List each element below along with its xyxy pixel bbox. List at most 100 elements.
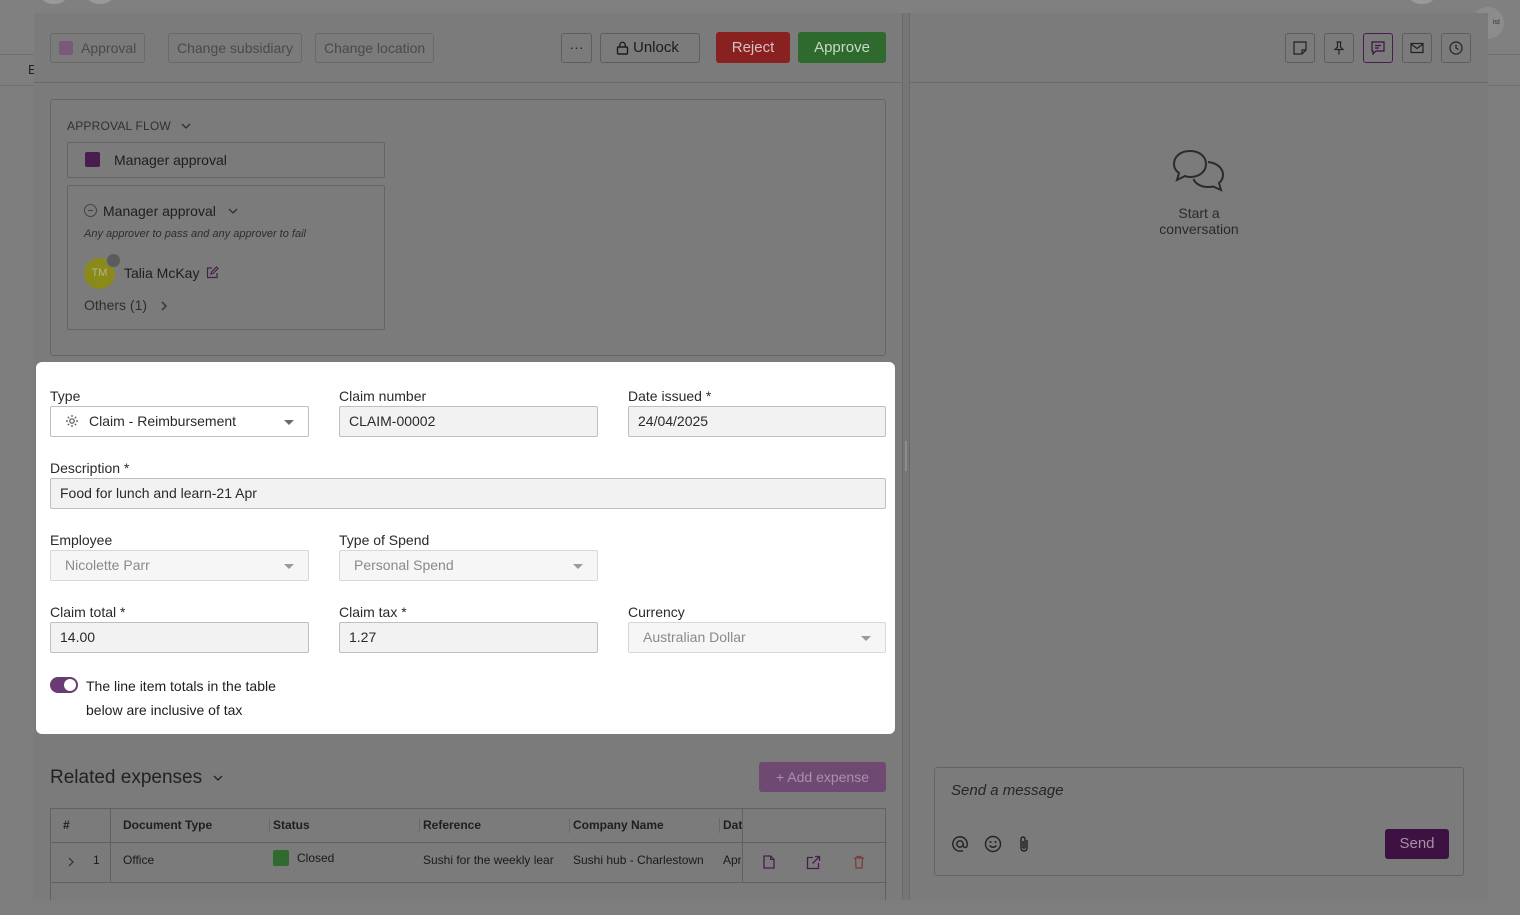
claim-tax-label: Claim tax * [339, 604, 407, 620]
corner-badge-text: ist [1493, 19, 1500, 26]
approval-step-header[interactable]: Manager approval [84, 203, 238, 219]
trash-icon[interactable] [853, 855, 865, 869]
reject-button[interactable]: Reject [716, 32, 790, 63]
dropdown-caret-icon [573, 564, 583, 569]
column-header-company-name[interactable]: Company Name [573, 809, 720, 842]
claim-tax-field[interactable]: 1.27 [339, 622, 598, 653]
pending-badge-icon [106, 253, 121, 268]
approval-step-title: Manager approval [103, 203, 216, 219]
tax-inclusive-line1: The line item totals in the table [86, 678, 276, 694]
unlock-label: Unlock [633, 39, 679, 56]
column-header-reference[interactable]: Reference [423, 809, 570, 842]
message-composer[interactable]: Send a message Send [934, 767, 1464, 876]
column-header-document-type[interactable]: Document Type [123, 809, 270, 842]
message-input[interactable]: Send a message [951, 782, 1064, 799]
history-tab[interactable] [1441, 33, 1471, 63]
column-header-status[interactable]: Status [273, 809, 420, 842]
empty-conversation-text: Start a conversation [1159, 205, 1239, 237]
dropdown-caret-icon [284, 564, 294, 569]
date-issued-field[interactable]: 24/04/2025 [628, 406, 886, 437]
edit-icon[interactable] [206, 266, 219, 279]
resize-grip [905, 441, 907, 471]
chevron-right-icon [161, 301, 167, 311]
type-of-spend-select: Personal Spend [339, 550, 598, 581]
approval-status-label: Approval [81, 40, 137, 56]
chevron-down-icon [228, 208, 238, 214]
document-icon[interactable] [763, 855, 775, 869]
claim-number-field[interactable]: CLAIM-00002 [339, 406, 598, 437]
row-reference: Sushi for the weekly lear [423, 853, 554, 867]
dropdown-caret-icon [861, 636, 871, 641]
column-divider [110, 809, 111, 883]
pin-icon [1333, 41, 1345, 55]
type-select[interactable]: Claim - Reimbursement [50, 406, 309, 437]
sticky-note-icon [1293, 41, 1307, 55]
expand-row-icon[interactable] [68, 857, 74, 867]
pending-status-icon [84, 204, 97, 217]
column-header-index: # [63, 818, 70, 832]
claim-total-field[interactable]: 14.00 [50, 622, 309, 653]
unlock-button[interactable]: Unlock [600, 33, 700, 63]
type-of-spend-label: Type of Spend [339, 532, 430, 548]
chevron-down-icon [213, 775, 223, 781]
row-status-label: Closed [297, 851, 335, 865]
type-of-spend-value: Personal Spend [354, 557, 454, 573]
others-label: Others (1) [84, 297, 148, 313]
approver-name: Talia McKay [124, 265, 200, 281]
approval-status-swatch [59, 41, 73, 55]
open-external-icon[interactable] [806, 855, 821, 870]
add-expense-button[interactable]: + Add expense [759, 762, 886, 792]
notes-tab[interactable] [1285, 33, 1315, 63]
more-actions-button[interactable]: ··· [561, 33, 592, 63]
lock-icon [616, 41, 629, 55]
currency-select: Australian Dollar [628, 622, 886, 653]
approval-status-chip[interactable]: Approval [50, 33, 146, 63]
description-field[interactable]: Food for lunch and learn-21 Apr [50, 478, 886, 509]
related-expenses-table: # Document Type Status Reference Company… [50, 808, 887, 900]
approval-stage-bar[interactable]: Manager approval [67, 142, 385, 178]
tax-inclusive-toggle[interactable] [50, 677, 78, 693]
claim-form: Type Claim - Reimbursement Claim number … [36, 362, 895, 734]
emoji-icon[interactable] [984, 835, 1002, 853]
related-expenses-title: Related expenses [50, 767, 203, 788]
approval-flow-panel: APPROVAL FLOW Manager approval Manager a… [50, 99, 886, 356]
background-circle [86, 0, 114, 4]
related-expenses-toggle[interactable]: Related expenses [50, 767, 223, 789]
claim-toolbar: Approval Change subsidiary Change locati… [34, 13, 902, 83]
comments-tab[interactable] [1363, 33, 1393, 63]
tax-inclusive-line2: below are inclusive of tax [86, 702, 243, 718]
approver-initials: TM [91, 267, 108, 279]
chevron-down-icon [181, 123, 190, 129]
pin-tab[interactable] [1324, 33, 1354, 63]
description-label: Description * [50, 460, 130, 476]
approve-button[interactable]: Approve [798, 32, 886, 63]
approval-rule-text: Any approver to pass and any approver to… [84, 228, 306, 240]
approval-flow-toggle[interactable]: APPROVAL FLOW [67, 119, 191, 133]
row-divider [51, 882, 887, 883]
mail-icon [1410, 42, 1424, 54]
status-closed-swatch [273, 850, 289, 866]
row-document-type: Office [123, 853, 155, 867]
currency-label: Currency [628, 604, 685, 620]
employee-select: Nicolette Parr [50, 550, 309, 581]
currency-value: Australian Dollar [643, 629, 746, 645]
pane-resize-handle[interactable] [902, 13, 910, 900]
mention-icon[interactable] [951, 835, 969, 853]
send-button[interactable]: Send [1385, 829, 1449, 859]
row-date: Apr [723, 853, 741, 867]
change-subsidiary-button[interactable]: Change subsidiary [168, 33, 302, 63]
attachment-icon[interactable] [1017, 835, 1031, 853]
row-index: 1 [93, 853, 100, 867]
column-divider [742, 809, 743, 883]
row-company: Sushi hub - Charlestown [573, 853, 704, 867]
email-tab[interactable] [1402, 33, 1432, 63]
column-header-date[interactable]: Dat [723, 809, 742, 842]
conversation-icon [1172, 149, 1225, 192]
others-link[interactable]: Others (1) [84, 297, 167, 313]
tax-inclusive-label: The line item totals in the table below … [86, 674, 306, 722]
background-circle [40, 0, 68, 4]
claim-total-label: Claim total * [50, 604, 126, 620]
dropdown-caret-icon [284, 420, 294, 425]
employee-label: Employee [50, 532, 113, 548]
change-location-button[interactable]: Change location [315, 33, 435, 63]
